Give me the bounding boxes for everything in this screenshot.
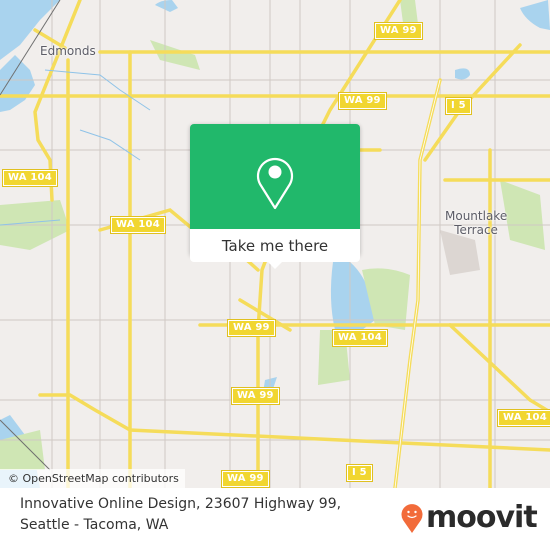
water-pond-ne xyxy=(455,68,470,80)
road-shield-wa104: WA 104 xyxy=(2,169,58,187)
road-shield-wa104: WA 104 xyxy=(497,409,550,427)
park-edmonds-creek xyxy=(150,40,200,70)
road-shield-wa99: WA 99 xyxy=(231,387,280,405)
road-shield-wa104: WA 104 xyxy=(110,216,166,234)
take-me-there-button[interactable]: Take me there xyxy=(190,229,360,262)
place-label-edmonds: Edmonds xyxy=(40,44,96,58)
footer: Innovative Online Design, 23607 Highway … xyxy=(0,488,550,550)
road-shield-wa99: WA 99 xyxy=(374,22,423,40)
map-view[interactable]: Edmonds Mountlake Terrace WA 99 WA 99 I … xyxy=(0,0,550,488)
road-shield-wa99: WA 99 xyxy=(221,470,270,488)
road-shield-wa99: WA 99 xyxy=(227,319,276,337)
moovit-pin-icon xyxy=(401,503,423,533)
popup-pointer xyxy=(267,261,283,269)
popup-header xyxy=(190,124,360,229)
destination-address: Innovative Online Design, 23607 Highway … xyxy=(20,496,342,533)
water-marina xyxy=(0,55,35,112)
place-label-mountlake-terrace: Mountlake Terrace xyxy=(445,209,508,237)
destination-popup: Take me there xyxy=(190,124,360,269)
moovit-logo: moovit xyxy=(400,500,538,535)
location-pin-icon xyxy=(256,157,294,210)
water-lake-ne xyxy=(520,0,550,30)
road-shield-wa99: WA 99 xyxy=(338,92,387,110)
road-shield-i5: I 5 xyxy=(445,97,472,115)
map-attribution[interactable]: © OpenStreetMap contributors xyxy=(0,469,185,488)
road-shield-i5: I 5 xyxy=(346,464,373,482)
road-shield-wa104: WA 104 xyxy=(332,329,388,347)
moovit-wordmark: moovit xyxy=(426,500,538,535)
water-pond-top xyxy=(155,0,178,12)
